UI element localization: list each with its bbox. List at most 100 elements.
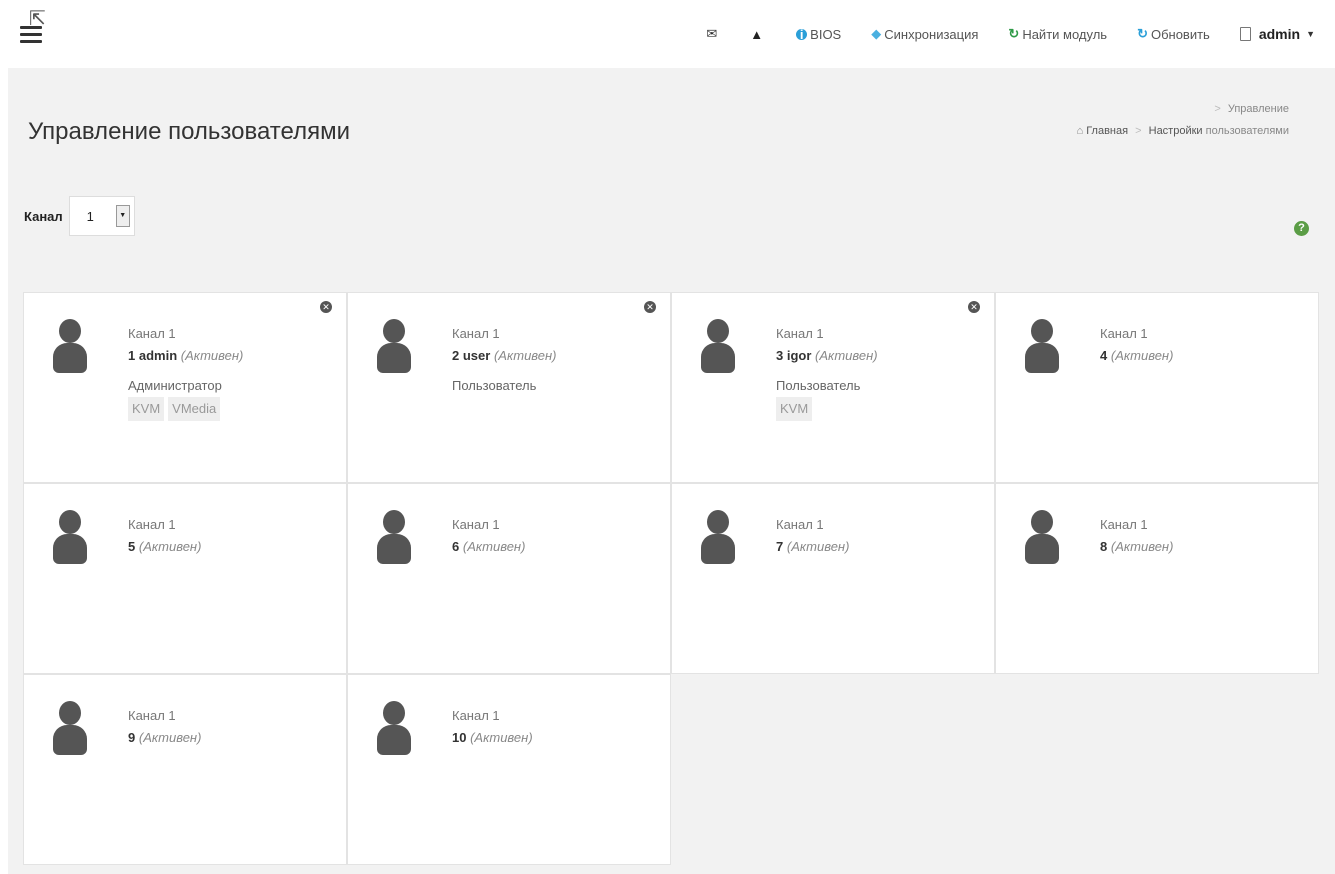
user-card[interactable]: Канал 1 10 (Активен)	[347, 674, 671, 865]
user-name: admin	[1258, 26, 1301, 42]
privilege-tag: KVM	[128, 397, 165, 421]
user-avatar-icon	[53, 701, 87, 759]
remove-user-icon[interactable]: ✕	[320, 301, 332, 313]
refresh-icon: ↻	[1008, 26, 1020, 41]
user-channel: Канал 1	[128, 708, 176, 723]
user-avatar-icon	[377, 319, 411, 377]
alerts-button[interactable]: ▲	[750, 27, 766, 42]
user-title: 10 (Активен)	[452, 727, 533, 749]
user-id: 1	[128, 348, 136, 363]
user-status: (Активен)	[1110, 348, 1174, 363]
user-title: 1 admin (Активен)	[128, 345, 243, 367]
user-avatar-icon	[1025, 510, 1059, 568]
dropdown-arrow-icon[interactable]: ▼	[115, 205, 130, 227]
user-channel: Канал 1	[776, 326, 824, 341]
user-title: 5 (Активен)	[128, 536, 201, 558]
user-info: Канал 1 8 (Активен)	[1100, 514, 1173, 558]
remove-user-icon[interactable]: ✕	[644, 301, 656, 313]
help-icon[interactable]: ?	[1294, 221, 1309, 236]
user-avatar-icon	[377, 701, 411, 759]
user-menu-button[interactable]: admin ▼	[1239, 26, 1315, 42]
bios-label: BIOS	[810, 26, 842, 42]
channel-select[interactable]: 1 ▼	[68, 196, 135, 236]
channel-selector-row: Канал 1 ▼	[24, 196, 135, 236]
user-role: Администратор	[128, 378, 222, 393]
user-card[interactable]: Канал 1 1 admin (Активен) Администратор KVM…	[23, 292, 347, 483]
user-info: Канал 1 9 (Активен)	[128, 705, 201, 749]
user-info: Канал 1 10 (Активен)	[452, 705, 533, 749]
user-title: 4 (Активен)	[1100, 345, 1173, 367]
diamond-icon: ◆	[871, 26, 882, 41]
user-channel: Канал 1	[128, 517, 176, 532]
info-icon: i	[796, 28, 808, 41]
user-avatar-icon	[1025, 319, 1059, 377]
user-title: 7 (Активен)	[776, 536, 849, 558]
breadcrumb-separator: >	[1214, 103, 1221, 115]
user-title: 2 user (Активен)	[452, 345, 557, 367]
breadcrumb-settings-link[interactable]: Настройки	[1149, 125, 1203, 137]
user-status: (Активен)	[470, 730, 533, 745]
user-info: Канал 1 3 igor (Активен) Пользователь KVM	[776, 323, 878, 421]
user-avatar-icon	[53, 510, 87, 568]
sync-button[interactable]: ◆ Синхронизация	[871, 26, 978, 42]
refresh-label: Обновить	[1150, 26, 1210, 42]
user-info: Канал 1 7 (Активен)	[776, 514, 849, 558]
user-card[interactable]: Канал 1 5 (Активен)	[23, 483, 347, 674]
user-avatar-icon	[377, 510, 411, 568]
user-card[interactable]: Канал 1 2 user (Активен) Пользователь ✕	[347, 292, 671, 483]
user-name: user	[462, 348, 491, 363]
navbar-menu: ✉ ▲ i BIOS ◆ Синхронизация ↻ Найти модул…	[676, 22, 1315, 46]
user-card[interactable]: Канал 1 6 (Активен)	[347, 483, 671, 674]
warning-icon: ▲	[750, 26, 764, 42]
user-card[interactable]: Канал 1 7 (Активен)	[671, 483, 995, 674]
user-info: Канал 1 5 (Активен)	[128, 514, 201, 558]
user-status: (Активен)	[1110, 539, 1174, 554]
remove-user-icon[interactable]: ✕	[968, 301, 980, 313]
user-name: admin	[138, 348, 178, 363]
user-avatar-icon	[701, 510, 735, 568]
caret-down-icon: ▼	[1306, 29, 1315, 39]
user-status: (Активен)	[180, 348, 244, 363]
user-role: Пользователь	[776, 378, 861, 393]
messages-button[interactable]: ✉	[706, 26, 720, 42]
user-id: 7	[776, 539, 784, 554]
envelope-icon: ✉	[706, 26, 718, 41]
user-channel: Канал 1	[128, 326, 176, 341]
find-module-button[interactable]: ↻ Найти модуль	[1008, 26, 1107, 42]
user-role: Пользователь	[452, 378, 537, 393]
user-avatar-icon	[53, 319, 87, 377]
user-title: 6 (Активен)	[452, 536, 525, 558]
privilege-tag: VMedia	[168, 397, 221, 421]
user-card[interactable]: Канал 1 9 (Активен)	[23, 674, 347, 865]
home-icon: ⌂	[1076, 125, 1084, 137]
user-channel: Канал 1	[452, 517, 500, 532]
user-card[interactable]: Канал 1 4 (Активен)	[995, 292, 1319, 483]
main-content: Управление пользователями > Управление ⌂…	[8, 68, 1335, 874]
refresh-icon: ↻	[1137, 26, 1148, 41]
user-id: 2	[452, 348, 460, 363]
bios-button[interactable]: i BIOS	[796, 27, 841, 42]
channel-label: Канал	[24, 208, 63, 224]
user-id: 6	[452, 539, 460, 554]
user-title: 8 (Активен)	[1100, 536, 1173, 558]
user-card[interactable]: Канал 1 8 (Активен)	[995, 483, 1319, 674]
top-navbar: ⇱ ✉ ▲ i BIOS ◆ Синхронизация ↻ Найти мод…	[0, 0, 1335, 66]
user-id: 10	[452, 730, 467, 745]
user-channel: Канал 1	[1100, 517, 1148, 532]
user-name: igor	[786, 348, 812, 363]
user-channel: Канал 1	[776, 517, 824, 532]
user-status: (Активен)	[138, 730, 202, 745]
mouse-pointer-icon: ⇱	[29, 8, 46, 30]
channel-select-value: 1	[86, 209, 94, 224]
user-info: Канал 1 1 admin (Активен) Администратор KVM…	[128, 323, 243, 421]
refresh-button[interactable]: ↻ Обновить	[1137, 26, 1210, 42]
user-avatar-icon	[701, 319, 735, 377]
user-title: 9 (Активен)	[128, 727, 201, 749]
user-channel: Канал 1	[1100, 326, 1148, 341]
breadcrumb-current-line1: Управление	[1227, 103, 1289, 115]
user-card[interactable]: Канал 1 3 igor (Активен) Пользователь KVM ✕	[671, 292, 995, 483]
user-privileges: KVM VMedia	[128, 397, 243, 421]
user-info: Канал 1 4 (Активен)	[1100, 323, 1173, 367]
user-privileges: KVM	[776, 397, 878, 421]
breadcrumb-home-link[interactable]: Главная	[1086, 125, 1128, 137]
